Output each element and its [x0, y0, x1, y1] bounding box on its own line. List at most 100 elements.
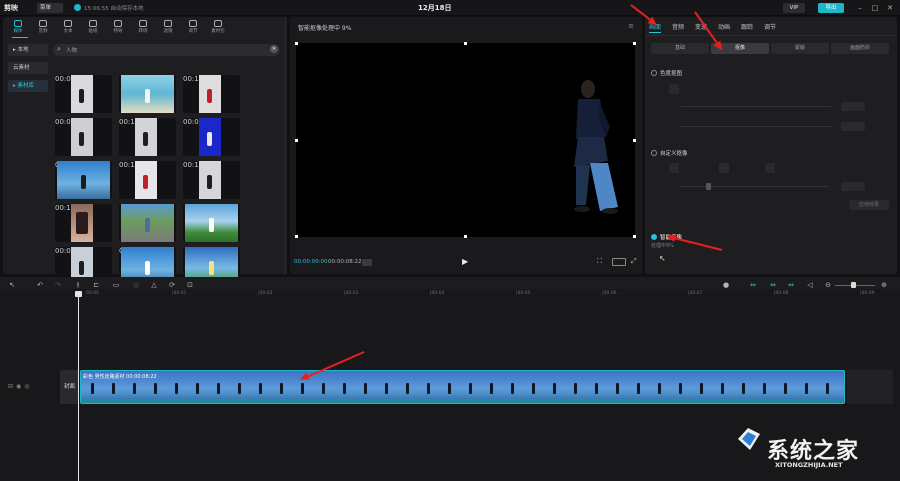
intensity-value[interactable] [841, 102, 865, 111]
brush-size-slider[interactable] [679, 186, 829, 187]
media-thumbnail[interactable]: 00:08 [55, 118, 112, 156]
sidebar-item-1[interactable]: 云素材 [8, 62, 48, 74]
timeline-panel: ↖ ↶ ↷ ⫲ ⊏ ▭ ◎ △ ⟳ ⊡ ● ⇔ ⇔ ⇔ ◁ ⊖ ⊕ 00:00 |… [0, 277, 900, 481]
clear-search-icon[interactable]: ✕ [270, 45, 278, 53]
main-menu-button[interactable]: 菜单 [37, 3, 63, 13]
clip-frame-figure [175, 383, 178, 394]
search-input[interactable]: ⌕ 人物 ✕ [53, 44, 280, 56]
media-scrollbar[interactable] [284, 17, 287, 274]
sidebar-item-2[interactable]: ▸ 素材库 [8, 80, 48, 92]
apply-effect-button[interactable]: 应用效果 [849, 200, 889, 210]
cover-button[interactable]: 封面 [60, 370, 79, 404]
export-button[interactable]: 导出 [818, 3, 844, 13]
sticker-icon [89, 20, 97, 27]
total-time: 00:00:08:22 [328, 259, 362, 265]
track-controls-icons[interactable]: ⊟◉◎ [8, 383, 33, 390]
close-icon[interactable]: ✕ [885, 3, 895, 13]
custom-matting-checkbox[interactable] [651, 150, 657, 156]
clip-frame-figure [679, 383, 682, 394]
media-thumbnail[interactable]: 00:08 [55, 75, 112, 113]
tool-sticker[interactable]: 贴纸 [81, 17, 105, 37]
sidebar-item-0[interactable]: ▸ 本地 [8, 44, 48, 56]
clip-frame-figure [805, 383, 808, 394]
fit-screen-icon[interactable]: ⛶ [597, 257, 602, 266]
media-thumbnail[interactable]: 00:09 [55, 161, 112, 199]
media-thumbnail[interactable]: 00:18⤓ [119, 118, 176, 156]
media-panel: 媒体 音频 文本 贴纸 特效 转场 滤镜 调节 素材包 ▸ 本地 云素材 ▸ 素材库 ⌕ 人物 ✕ … [3, 17, 287, 285]
tool-package[interactable]: 素材包 [206, 17, 230, 37]
tool-filter[interactable]: 滤镜 [156, 17, 180, 37]
tool-text[interactable]: 文本 [56, 17, 80, 37]
props-tab-5[interactable]: 调节 [764, 22, 776, 31]
clip-frame-figure [238, 383, 241, 394]
color-picker-button[interactable] [669, 84, 679, 94]
walking-person-cutout [574, 80, 618, 214]
search-value: 人物 [66, 48, 78, 54]
props-subtab-3[interactable]: 画面防抖 [831, 43, 889, 54]
media-thumbnail[interactable] [119, 75, 176, 113]
shadow-slider[interactable] [681, 126, 831, 127]
chroma-key-checkbox[interactable] [651, 70, 657, 76]
tool-label: 文本 [63, 29, 73, 34]
brush-size-handle[interactable] [706, 183, 711, 190]
clip-frame-figure [217, 383, 220, 394]
playhead[interactable] [78, 293, 79, 481]
shadow-value[interactable] [841, 122, 865, 131]
tool-label: 媒体 [13, 29, 23, 34]
clip-audio-wave [81, 399, 844, 403]
eraser-icon[interactable] [765, 163, 775, 173]
active-tool-indicator [12, 37, 28, 38]
brush-size-value[interactable] [841, 182, 865, 191]
clip-frame-figure [448, 383, 451, 394]
clip-frame-figure [742, 383, 745, 394]
tool-audio[interactable]: 音频 [31, 17, 55, 37]
ruler-tick-label: |00:07 [688, 291, 703, 296]
effects-icon [114, 20, 122, 27]
mouse-cursor-icon: ↖ [659, 254, 666, 263]
smart-eraser-icon[interactable] [719, 163, 729, 173]
aspect-ratio-icon[interactable] [612, 258, 626, 266]
media-thumbnail[interactable] [183, 204, 240, 242]
intensity-slider[interactable] [681, 106, 831, 107]
tool-label: 贴纸 [88, 29, 98, 34]
tool-effects[interactable]: 特效 [106, 17, 130, 37]
props-subtab-0[interactable]: 基础 [651, 43, 709, 54]
play-button[interactable]: ▶ [462, 257, 468, 266]
props-tab-4[interactable]: 跟踪 [741, 22, 753, 31]
app-logo: 剪映 [4, 4, 18, 12]
smart-brush-icon[interactable] [669, 163, 679, 173]
clip-frame-figure [637, 383, 640, 394]
tool-media[interactable]: 媒体 [6, 17, 30, 37]
clip-frame-figure [700, 383, 703, 394]
clip-frame-figure [322, 383, 325, 394]
tool-label: 特效 [113, 29, 123, 34]
fullscreen-icon[interactable]: ⤢ [631, 257, 637, 266]
smart-matting-checkbox[interactable] [651, 234, 657, 240]
vip-badge[interactable]: VIP [783, 3, 805, 13]
props-subtab-2[interactable]: 蒙版 [771, 43, 829, 54]
clip-frame-figure [784, 383, 787, 394]
video-clip[interactable]: 彩色 男性走路素材 00:00:08:22 [80, 370, 845, 404]
media-thumbnail[interactable]: 00:17 [183, 75, 240, 113]
props-tab-1[interactable]: 音频 [672, 22, 684, 31]
media-thumbnail[interactable]: 00:12 [183, 161, 240, 199]
minimize-icon[interactable]: – [855, 3, 865, 13]
playhead-handle[interactable] [75, 291, 82, 297]
clip-frame-figure [469, 383, 472, 394]
filter-icon [164, 20, 172, 27]
media-thumbnail[interactable]: 00:13 [119, 161, 176, 199]
preview-menu-icon[interactable]: ≡ [628, 22, 634, 30]
media-thumbnail[interactable] [119, 204, 176, 242]
timeline-ruler[interactable]: 00:00 |00:01 |00:02 |00:03 |00:04 |00:05 |00:0… [0, 277, 900, 299]
search-icon: ⌕ [57, 45, 61, 53]
ruler-tick-label: |00:08 [774, 291, 789, 296]
media-thumbnail[interactable]: 00:09⤓ [183, 118, 240, 156]
tool-adjust[interactable]: 调节 [181, 17, 205, 37]
maximize-icon[interactable]: □ [870, 3, 880, 13]
clip-frame-figure [616, 383, 619, 394]
timecode-grid-icon[interactable] [362, 259, 372, 266]
props-tab-3[interactable]: 动画 [718, 22, 730, 31]
video-preview[interactable] [295, 42, 636, 238]
tool-transition[interactable]: 转场 [131, 17, 155, 37]
media-thumbnail[interactable]: 00:12 [55, 204, 112, 242]
